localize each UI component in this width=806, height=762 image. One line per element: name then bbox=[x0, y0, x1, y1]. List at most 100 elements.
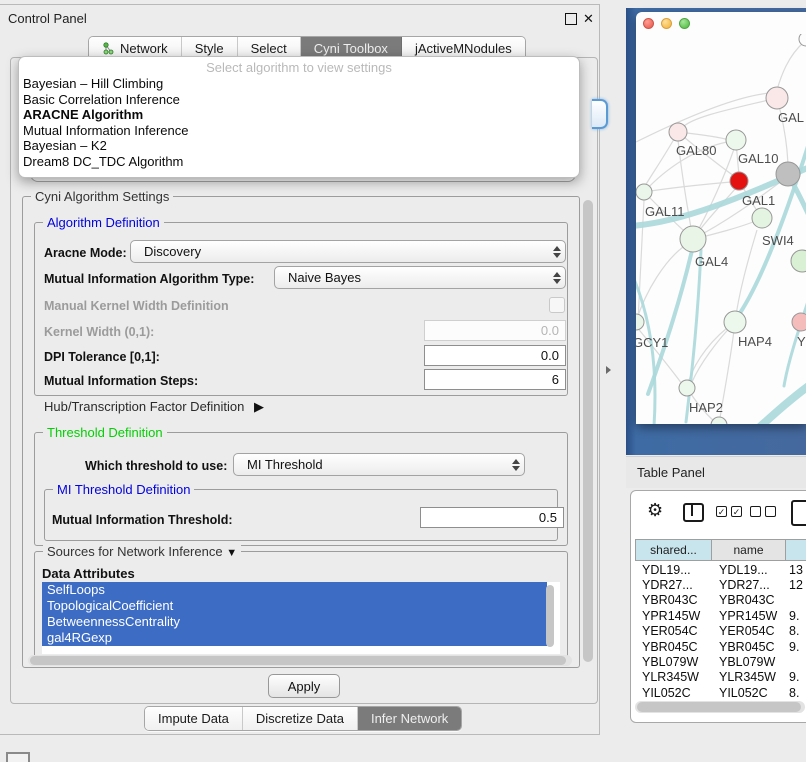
deselect-all-icon[interactable] bbox=[750, 506, 776, 517]
tab-infer-network-label: Infer Network bbox=[371, 711, 448, 726]
which-threshold-combobox[interactable]: MI Threshold bbox=[233, 453, 525, 476]
mi-threshold-label: Mutual Information Threshold: bbox=[52, 513, 233, 527]
data-attribute-option[interactable]: SelfLoops bbox=[42, 582, 547, 598]
function-builder-icon[interactable] bbox=[791, 500, 806, 526]
manual-kernel-checkbox[interactable] bbox=[549, 297, 565, 313]
table-row[interactable]: YDR27...YDR27...12 bbox=[635, 577, 806, 592]
settings-hscrollbar-track[interactable] bbox=[28, 655, 572, 666]
tab-discretize-data[interactable]: Discretize Data bbox=[243, 707, 358, 730]
minimized-panel-icon[interactable] bbox=[6, 752, 30, 762]
aracne-mode-value: Discovery bbox=[131, 244, 549, 259]
table-rows: YDL19...YDL19...13YDR27...YDR27...12YBR0… bbox=[635, 562, 806, 700]
select-all-icon[interactable]: ✓✓ bbox=[716, 506, 742, 517]
kernel-width-field[interactable]: 0.0 bbox=[424, 320, 566, 341]
table-cell: YPR145W bbox=[712, 609, 786, 623]
table-cell: YBR043C bbox=[712, 593, 786, 607]
network-node[interactable] bbox=[766, 87, 788, 109]
data-attribute-option[interactable]: BetweennessCentrality bbox=[42, 614, 547, 630]
close-panel-icon[interactable]: ✕ bbox=[583, 11, 594, 27]
table-row[interactable]: YIL052CYIL052C8. bbox=[635, 685, 806, 700]
apply-button[interactable]: Apply bbox=[268, 674, 340, 698]
algorithm-option[interactable]: ARACNE Algorithm bbox=[19, 107, 579, 123]
network-node[interactable] bbox=[680, 226, 706, 252]
mi-threshold-legend: MI Threshold Definition bbox=[53, 482, 194, 497]
network-node[interactable] bbox=[752, 208, 772, 228]
algorithm-option[interactable]: Mutual Information Inference bbox=[19, 123, 579, 139]
mi-threshold-field[interactable]: 0.5 bbox=[420, 507, 564, 528]
table-cell: YBL079W bbox=[635, 655, 712, 669]
table-row[interactable]: YER054CYER054C8. bbox=[635, 624, 806, 639]
network-node[interactable] bbox=[776, 162, 800, 186]
cyni-settings-legend: Cyni Algorithm Settings bbox=[31, 189, 173, 204]
table-hscrollbar-track[interactable] bbox=[635, 701, 805, 713]
tab-infer-network[interactable]: Infer Network bbox=[358, 707, 461, 730]
network-canvas[interactable]: GALGAL80GAL10GAL1SWI4GAL11GAL4GCY1HAP4YH… bbox=[636, 34, 806, 424]
node-label: GAL10 bbox=[738, 151, 778, 166]
table-row[interactable]: YBL079WYBL079W bbox=[635, 654, 806, 669]
table-row[interactable]: YLR345WYLR345W9. bbox=[635, 670, 806, 685]
float-panel-icon[interactable] bbox=[565, 13, 577, 25]
settings-hscrollbar-thumb[interactable] bbox=[30, 656, 566, 665]
network-node[interactable] bbox=[730, 172, 748, 190]
algorithm-option[interactable]: Bayesian – Hill Climbing bbox=[19, 76, 579, 92]
column-header-shared-name[interactable]: shared... bbox=[635, 539, 712, 561]
network-node[interactable] bbox=[679, 380, 695, 396]
network-node[interactable] bbox=[792, 313, 806, 331]
minimize-window-icon[interactable] bbox=[661, 18, 672, 29]
algorithm-option[interactable]: Dream8 DC_TDC Algorithm bbox=[19, 154, 579, 170]
sources-legend[interactable]: Sources for Network Inference ▼ bbox=[43, 544, 241, 559]
panel-top-border bbox=[0, 4, 600, 5]
hub-definition-toggle[interactable]: Hub/Transcription Factor Definition ▶ bbox=[44, 399, 264, 415]
network-node[interactable] bbox=[726, 130, 746, 150]
network-node[interactable] bbox=[669, 123, 687, 141]
close-window-icon[interactable] bbox=[643, 18, 654, 29]
table-cell: YER054C bbox=[635, 624, 712, 638]
tab-impute-data[interactable]: Impute Data bbox=[145, 707, 243, 730]
settings-vscrollbar-thumb[interactable] bbox=[583, 200, 593, 662]
aracne-mode-label: Aracne Mode: bbox=[44, 246, 127, 260]
tab-cyni-toolbox-label: Cyni Toolbox bbox=[314, 41, 388, 56]
split-view-icon[interactable] bbox=[683, 503, 704, 522]
table-cell: YBR045C bbox=[712, 640, 786, 654]
network-node[interactable] bbox=[724, 311, 746, 333]
dpi-tolerance-field[interactable]: 0.0 bbox=[424, 345, 566, 366]
column-header-name[interactable]: name bbox=[712, 539, 786, 561]
node-label: GAL11 bbox=[645, 204, 685, 219]
table-row[interactable]: YDL19...YDL19...13 bbox=[635, 562, 806, 577]
settings-vscrollbar-track[interactable] bbox=[582, 198, 595, 666]
table-cell: YIL052C bbox=[635, 686, 712, 700]
combo-stepper-icon bbox=[549, 246, 565, 258]
column-header-partial[interactable] bbox=[786, 539, 806, 561]
splitter-arrow-icon[interactable] bbox=[606, 366, 611, 374]
table-cell: 9. bbox=[786, 609, 799, 623]
tab-impute-data-label: Impute Data bbox=[158, 711, 229, 726]
aracne-mode-combobox[interactable]: Discovery bbox=[130, 240, 566, 263]
network-node[interactable] bbox=[636, 184, 652, 200]
zoom-window-icon[interactable] bbox=[679, 18, 690, 29]
algorithm-option[interactable]: Basic Correlation Inference bbox=[19, 92, 579, 108]
node-label: HAP2 bbox=[689, 400, 723, 415]
data-attribute-option[interactable]: gal4RGexp bbox=[42, 630, 547, 646]
algorithm-combobox-fragment[interactable] bbox=[592, 99, 608, 129]
attribute-list-scrollbar[interactable] bbox=[546, 585, 554, 647]
mi-type-combobox[interactable]: Naive Bayes bbox=[274, 266, 566, 289]
table-row[interactable]: YBR045CYBR045C9. bbox=[635, 639, 806, 654]
data-attribute-option[interactable]: TopologicalCoefficient bbox=[42, 598, 547, 614]
combo-stepper-icon bbox=[549, 272, 565, 284]
algorithm-option[interactable]: Bayesian – K2 bbox=[19, 138, 579, 154]
gear-icon[interactable]: ⚙ bbox=[647, 500, 663, 521]
node-label: GCY1 bbox=[636, 335, 668, 350]
collapse-down-icon: ▼ bbox=[226, 547, 237, 559]
data-attributes-list[interactable]: SelfLoopsTopologicalCoefficientBetweenne… bbox=[42, 582, 560, 654]
mi-steps-label: Mutual Information Steps: bbox=[44, 374, 198, 388]
table-row[interactable]: YPR145WYPR145W9. bbox=[635, 608, 806, 623]
table-panel-title: Table Panel bbox=[637, 465, 705, 480]
table-row[interactable]: YBR043CYBR043C bbox=[635, 593, 806, 608]
table-cell: YDR27... bbox=[712, 578, 786, 592]
tab-jactivemnodules-label: jActiveMNodules bbox=[415, 41, 512, 56]
mi-steps-field[interactable]: 6 bbox=[424, 369, 566, 390]
tab-select-label: Select bbox=[251, 41, 287, 56]
table-hscrollbar-thumb[interactable] bbox=[637, 702, 801, 712]
which-threshold-label: Which threshold to use: bbox=[85, 459, 227, 473]
expand-right-icon: ▶ bbox=[254, 399, 264, 414]
